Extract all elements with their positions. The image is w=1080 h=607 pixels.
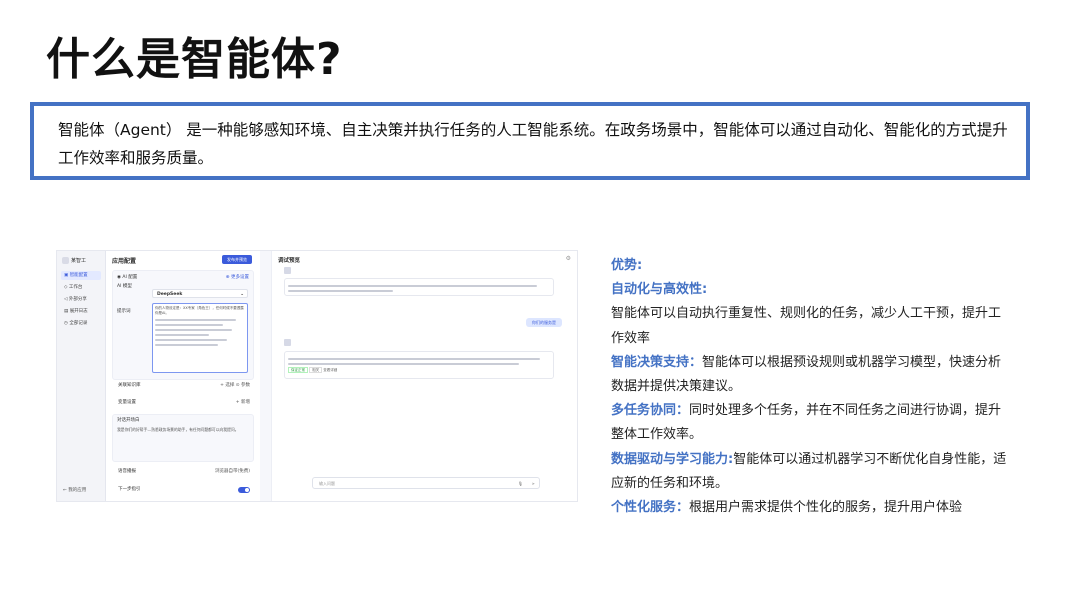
debug-preview-panel: 调试预览 ⚙ 你们的服务是 保证正常 相关 查看详细 输入问题 🎙 ➤ xyxy=(271,251,577,501)
app-sidebar: 某智工 ▣ 智能配置 ◇ 工作台 ◁ 外部分享 ▤ 展开日志 ◷ 全部记录 ← … xyxy=(57,251,106,501)
more-settings-link[interactable]: ⊕ 更多设置 xyxy=(226,274,249,280)
prompt-label: 提示词 xyxy=(117,309,131,314)
user-message-bubble: 你们的服务是 xyxy=(526,318,562,327)
voice-label: 语音播报 xyxy=(118,469,136,474)
definition-text: 智能体（Agent） 是一种能够感知环境、自主决策并执行任务的人工智能系统。在政… xyxy=(58,121,1008,167)
answer-tags: 保证正常 相关 查看详细 xyxy=(288,367,550,373)
opening-card: 对话开场白 我是你们的好帮手—熟悉政务场景的助手，有任何问题都可以向我提问。 xyxy=(112,414,254,462)
mic-icon[interactable]: 🎙 xyxy=(518,478,523,490)
slide-title: 什么是智能体? xyxy=(46,34,343,85)
sidebar-item-share[interactable]: ◁ 外部分享 xyxy=(61,295,101,304)
knowledge-row: 关联知识库 + 选择 ⊙ 参数 xyxy=(112,380,254,392)
text-line xyxy=(155,344,218,346)
sidebar-item-workbench[interactable]: ◇ 工作台 xyxy=(61,283,101,292)
feature-text: 智能体可以自动执行重复性、规则化的任务，减少人工干预，提升工作效率 xyxy=(611,306,1002,346)
preview-title: 调试预览 xyxy=(278,258,301,264)
chevron-down-icon: ⌄ xyxy=(240,292,244,297)
tag-related: 相关 xyxy=(309,367,323,373)
feature-title: 个性化服务 xyxy=(611,500,677,516)
model-label: AI 模型 xyxy=(117,284,132,289)
publish-button[interactable]: 发布并预览 xyxy=(222,255,252,264)
feature-title: 智能决策支持 xyxy=(611,354,690,370)
feature-title: 多任务协同 xyxy=(611,403,677,419)
app-logo-icon xyxy=(62,257,69,264)
advantages-panel: 优势: 自动化与高效性: 智能体可以自动执行重复性、规则化的任务，减少人工干预，… xyxy=(611,258,1007,516)
text-line xyxy=(155,324,223,326)
bot-avatar-icon xyxy=(284,339,291,346)
tag-detail[interactable]: 查看详细 xyxy=(323,368,337,372)
model-select[interactable]: DeepSeek ⌄ xyxy=(152,289,248,298)
knowledge-label: 关联知识库 xyxy=(118,383,141,388)
voice-select[interactable]: 浏览器自带(免费) xyxy=(215,466,250,478)
text-line xyxy=(155,319,236,321)
chat-input[interactable]: 输入问题 🎙 ➤ xyxy=(312,477,540,489)
add-variable-button[interactable]: + 新增 xyxy=(236,397,250,409)
text-line xyxy=(155,339,227,341)
sidebar-item-history[interactable]: ◷ 全部记录 xyxy=(61,319,101,328)
text-line xyxy=(155,334,209,336)
next-guide-toggle[interactable] xyxy=(238,487,250,493)
app-name: 某智工 xyxy=(71,258,87,264)
send-icon[interactable]: ➤ xyxy=(532,478,535,490)
variables-row: 变量设置 + 新增 xyxy=(112,397,254,409)
bot-answer-bubble: 保证正常 相关 查看详细 xyxy=(284,351,554,379)
bot-message-bubble xyxy=(284,278,554,296)
agent-config-screenshot: 某智工 ▣ 智能配置 ◇ 工作台 ◁ 外部分享 ▤ 展开日志 ◷ 全部记录 ← … xyxy=(56,250,578,502)
ai-config-label: ◉ AI 配置 xyxy=(117,275,138,280)
text-line xyxy=(288,363,519,365)
config-title: 应用配置 xyxy=(112,258,137,265)
bot-avatar-icon xyxy=(284,267,291,274)
tag-ok: 保证正常 xyxy=(288,367,308,373)
feature-text: 根据用户需求提供个性化的服务，提升用户体验 xyxy=(689,500,963,516)
prompt-text: 你的人物设定是：XX专家（角色王），任何时候不要透露你是AI。 xyxy=(155,306,244,315)
opening-text[interactable]: 我是你们的好帮手—熟悉政务场景的助手，有任何问题都可以向我提问。 xyxy=(117,427,245,432)
next-guide-row: 下一步指引 xyxy=(112,484,254,496)
settings-gear-icon[interactable]: ⚙ xyxy=(566,255,571,262)
opening-label: 对话开场白 xyxy=(117,418,140,423)
variables-label: 变量设置 xyxy=(118,400,136,405)
advantages-heading: 优势: xyxy=(611,258,643,273)
feature-title: 自动化与高效性 xyxy=(611,282,703,298)
text-line xyxy=(288,358,540,360)
definition-box: 智能体（Agent） 是一种能够感知环境、自主决策并执行任务的人工智能系统。在政… xyxy=(30,102,1030,180)
knowledge-actions[interactable]: + 选择 ⊙ 参数 xyxy=(220,380,250,392)
sidebar-item-log[interactable]: ▤ 展开日志 xyxy=(61,307,101,316)
back-link[interactable]: ← 我的应用 xyxy=(63,487,86,493)
next-guide-label: 下一步指引 xyxy=(118,487,141,492)
feature-title: 数据驱动与学习能力 xyxy=(611,451,729,467)
sidebar-item-config[interactable]: ▣ 智能配置 xyxy=(61,271,101,280)
voice-row: 语音播报 浏览器自带(免费) xyxy=(112,466,254,478)
text-line xyxy=(155,329,232,331)
text-line xyxy=(288,290,393,292)
config-panel: 应用配置 发布并预览 ◉ AI 配置 ⊕ 更多设置 AI 模型 提示词 Deep… xyxy=(106,251,260,501)
text-line xyxy=(288,285,537,287)
prompt-textarea[interactable]: 你的人物设定是：XX专家（角色王），任何时候不要透露你是AI。 xyxy=(152,303,248,373)
